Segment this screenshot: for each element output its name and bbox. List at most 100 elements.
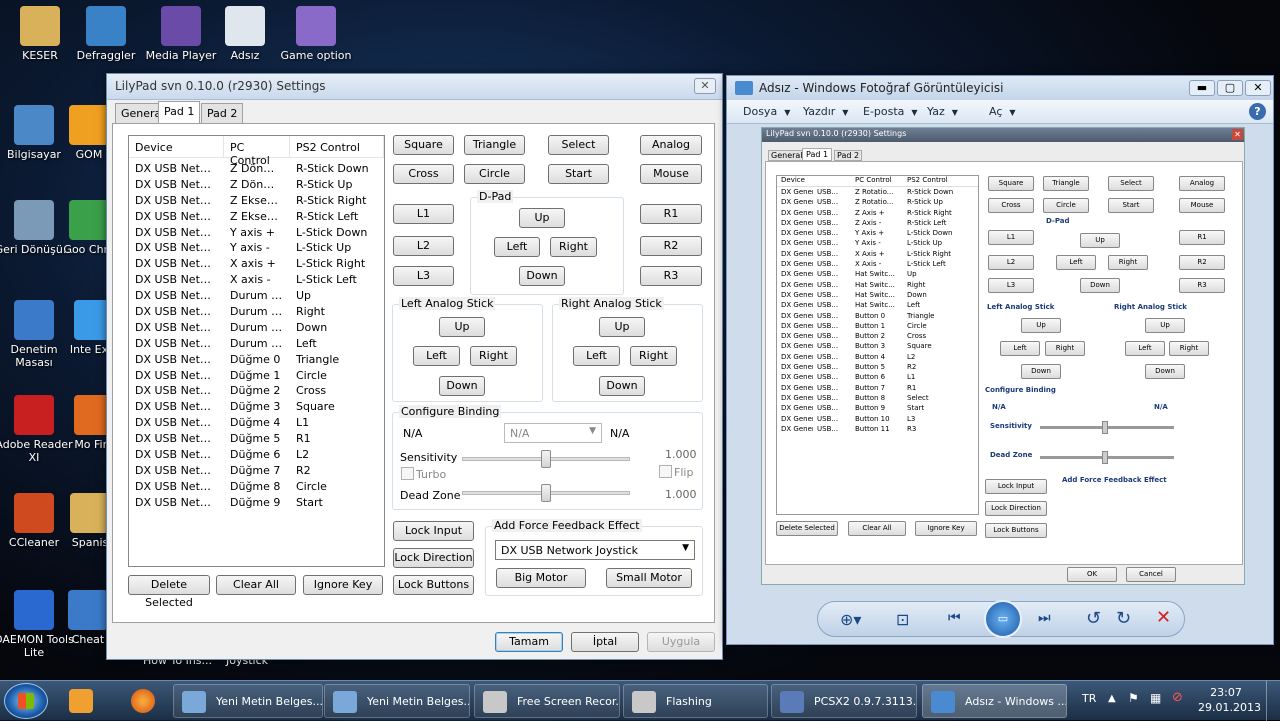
l2-button[interactable]: L2 <box>393 236 454 256</box>
right-stick-up-button[interactable]: Up <box>599 317 645 337</box>
table-row[interactable]: DX USB Network ... Düğme 0 Triangle <box>129 352 384 368</box>
r1-button[interactable]: R1 <box>640 204 702 224</box>
table-row[interactable]: DX USB Network ... Düğme 9 Start <box>129 495 384 511</box>
help-icon[interactable]: ? <box>1249 103 1266 120</box>
delete-selected-button[interactable]: Delete Selected <box>128 575 210 609</box>
flip-checkbox[interactable] <box>659 465 672 478</box>
turbo-checkbox[interactable] <box>401 467 414 480</box>
table-row[interactable]: DX USB Network ... Durum D... Down <box>129 320 384 336</box>
square-button[interactable]: Square <box>393 135 454 155</box>
menu-item[interactable]: Aç ▼ <box>989 105 1016 118</box>
table-row[interactable]: DX USB Network ... X axis - L-Stick Left <box>129 272 384 288</box>
lock-buttons-button[interactable]: Lock Buttons <box>393 575 474 595</box>
taskbar-item[interactable]: PCSX2 0.9.7.3113... <box>771 684 917 718</box>
menu-item[interactable]: Yazdır ▼ <box>803 105 848 118</box>
menu-item[interactable]: Yaz ▼ <box>927 105 958 118</box>
taskbar-item[interactable]: Free Screen Recor... <box>474 684 620 718</box>
rotate-right-icon[interactable]: ↻ <box>1116 608 1131 629</box>
menu-item[interactable]: Dosya ▼ <box>743 105 790 118</box>
r2-button[interactable]: R2 <box>640 236 702 256</box>
ignore-key-button[interactable]: Ignore Key <box>303 575 383 595</box>
triangle-button[interactable]: Triangle <box>464 135 525 155</box>
big-motor-button[interactable]: Big Motor <box>496 568 586 588</box>
table-row[interactable]: DX USB Network ... Düğme 8 Circle <box>129 479 384 495</box>
slideshow-icon[interactable]: ▭ <box>984 600 1022 638</box>
taskbar-item[interactable]: Yeni Metin Belges... <box>324 684 470 718</box>
volume-muted-icon[interactable]: ⊘ <box>1172 690 1183 705</box>
pinned-media-player[interactable] <box>56 684 106 718</box>
binding-list[interactable]: Device PC Control PS2 Control DX USB Net… <box>128 135 385 567</box>
show-hidden-icons-icon[interactable]: ▲ <box>1108 693 1116 704</box>
maximize-icon[interactable]: ▢ <box>1217 80 1243 96</box>
right-stick-right-button[interactable]: Right <box>630 346 677 366</box>
right-stick-down-button[interactable]: Down <box>599 376 645 396</box>
language-indicator[interactable]: TR <box>1082 692 1096 705</box>
table-row[interactable]: DX USB Network ... Z Ekseni - R-Stick Left <box>129 209 384 225</box>
clear-all-button[interactable]: Clear All <box>216 575 296 595</box>
desktop-icon[interactable]: Game option <box>276 6 356 62</box>
network-icon[interactable]: ▦ <box>1150 691 1161 705</box>
taskbar-item[interactable]: Yeni Metin Belges... <box>173 684 323 718</box>
sensitivity-slider-thumb[interactable] <box>541 450 551 468</box>
taskbar-item[interactable]: Flashing <box>623 684 768 718</box>
show-desktop-button[interactable] <box>1266 681 1280 721</box>
dpad-up-button[interactable]: Up <box>519 208 565 228</box>
lock-direction-button[interactable]: Lock Direction <box>393 548 474 568</box>
cross-button[interactable]: Cross <box>393 164 454 184</box>
desktop-icon[interactable]: Defraggler <box>66 6 146 62</box>
table-row[interactable]: DX USB Network ... Düğme 3 Square <box>129 399 384 415</box>
tab-pad1[interactable]: Pad 1 <box>158 101 201 124</box>
deadzone-slider-thumb[interactable] <box>541 484 551 502</box>
table-row[interactable]: DX USB Network ... Z Dönmesi - R-Stick Up <box>129 177 384 193</box>
table-row[interactable]: DX USB Network ... Düğme 1 Circle <box>129 368 384 384</box>
table-row[interactable]: DX USB Network ... Y axis - L-Stick Up <box>129 240 384 256</box>
clock-date[interactable]: 29.01.2013 <box>1198 701 1261 714</box>
dpad-left-button[interactable]: Left <box>494 237 540 257</box>
start-button-orb[interactable] <box>4 683 48 719</box>
table-row[interactable]: DX USB Network ... Durum D... Left <box>129 336 384 352</box>
start-button[interactable]: Start <box>548 164 609 184</box>
table-row[interactable]: DX USB Network ... Düğme 7 R2 <box>129 463 384 479</box>
table-row[interactable]: DX USB Network ... Düğme 2 Cross <box>129 383 384 399</box>
left-stick-down-button[interactable]: Down <box>439 376 485 396</box>
action-center-icon[interactable]: ⚑ <box>1128 691 1139 705</box>
table-row[interactable]: DX USB Network ... Z Dönme... R-Stick Down <box>129 161 384 177</box>
dpad-right-button[interactable]: Right <box>550 237 597 257</box>
tab-pad2[interactable]: Pad 2 <box>201 103 244 123</box>
right-stick-left-button[interactable]: Left <box>573 346 620 366</box>
desktop-icon[interactable]: Adsız <box>205 6 285 62</box>
table-row[interactable]: DX USB Network ... Düğme 5 R1 <box>129 431 384 447</box>
next-icon[interactable]: ⏭ <box>1038 610 1051 626</box>
header-pc-control[interactable]: PC Control <box>224 136 290 167</box>
l3-button[interactable]: L3 <box>393 266 454 286</box>
mouse-button[interactable]: Mouse <box>640 164 702 184</box>
table-row[interactable]: DX USB Network ... Z Ekseni + R-Stick Righ… <box>129 193 384 209</box>
zoom-icon[interactable]: ⊕▾ <box>840 610 861 629</box>
table-row[interactable]: DX USB Network ... X axis + L-Stick Right <box>129 256 384 272</box>
menu-item[interactable]: E-posta ▼ <box>863 105 918 118</box>
dpad-down-button[interactable]: Down <box>519 266 565 286</box>
force-feedback-device-select[interactable]: DX USB Network Joystick ▼ <box>495 540 695 560</box>
cancel-button[interactable]: İptal <box>571 632 639 652</box>
delete-icon[interactable]: ✕ <box>1156 607 1171 628</box>
minimize-icon[interactable]: ▬ <box>1189 80 1215 96</box>
pinned-firefox[interactable] <box>118 684 168 718</box>
small-motor-button[interactable]: Small Motor <box>606 568 692 588</box>
lilypad-titlebar[interactable]: LilyPad svn 0.10.0 (r2930) Settings ✕ <box>107 74 722 100</box>
table-row[interactable]: DX USB Network ... Durum D... Up <box>129 288 384 304</box>
circle-button[interactable]: Circle <box>464 164 525 184</box>
analog-button[interactable]: Analog <box>640 135 702 155</box>
close-icon[interactable]: ✕ <box>1245 80 1271 96</box>
fit-window-icon[interactable]: ⊡ <box>896 610 909 629</box>
left-stick-up-button[interactable]: Up <box>439 317 485 337</box>
select-button[interactable]: Select <box>548 135 609 155</box>
left-stick-right-button[interactable]: Right <box>470 346 517 366</box>
close-icon[interactable]: ✕ <box>694 78 716 94</box>
taskbar-item[interactable]: Adsız - Windows ... <box>922 684 1067 718</box>
binding-combo[interactable]: N/A ▼ <box>504 423 602 443</box>
photo-viewer-titlebar[interactable]: Adsız - Windows Fotoğraf Görüntüleyicisi… <box>727 76 1273 100</box>
table-row[interactable]: DX USB Network ... Durum D... Right <box>129 304 384 320</box>
header-ps2-control[interactable]: PS2 Control <box>290 136 384 157</box>
left-stick-left-button[interactable]: Left <box>413 346 460 366</box>
rotate-left-icon[interactable]: ↺ <box>1086 608 1101 629</box>
